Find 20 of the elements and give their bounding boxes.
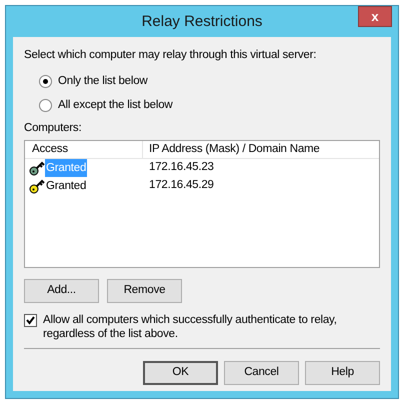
- table-cell-text: 172.16.45.23: [148, 160, 215, 176]
- table-cell-text: 172.16.45.29: [148, 178, 215, 194]
- checkbox[interactable]: [24, 314, 37, 327]
- radio-button[interactable]: [39, 75, 52, 88]
- dialog-button[interactable]: Add...: [24, 279, 99, 303]
- column-header[interactable]: Access: [25, 141, 143, 158]
- column-header[interactable]: IP Address (Mask) / Domain Name: [143, 141, 379, 158]
- radio-label[interactable]: Only the list below: [58, 73, 148, 90]
- checkbox-label[interactable]: Allow all computers which successfully authenticate to relay, regardless of the list above.: [43, 313, 380, 341]
- radio-button[interactable]: [39, 98, 52, 112]
- close-button[interactable]: x: [358, 6, 392, 27]
- dialog-button[interactable]: OK: [143, 361, 218, 385]
- window-title: Relay Restrictions: [142, 12, 262, 32]
- list-item[interactable]: Granted: [45, 177, 88, 195]
- prompt-text: Select which computer may relay through this virtual server:: [24, 48, 318, 63]
- dialog-button[interactable]: Remove: [107, 279, 182, 303]
- radio-label[interactable]: All except the list below: [58, 96, 173, 114]
- computers-label: Computers:: [24, 120, 82, 136]
- dialog-button[interactable]: Help: [305, 361, 380, 385]
- dialog-button[interactable]: Cancel: [224, 361, 299, 385]
